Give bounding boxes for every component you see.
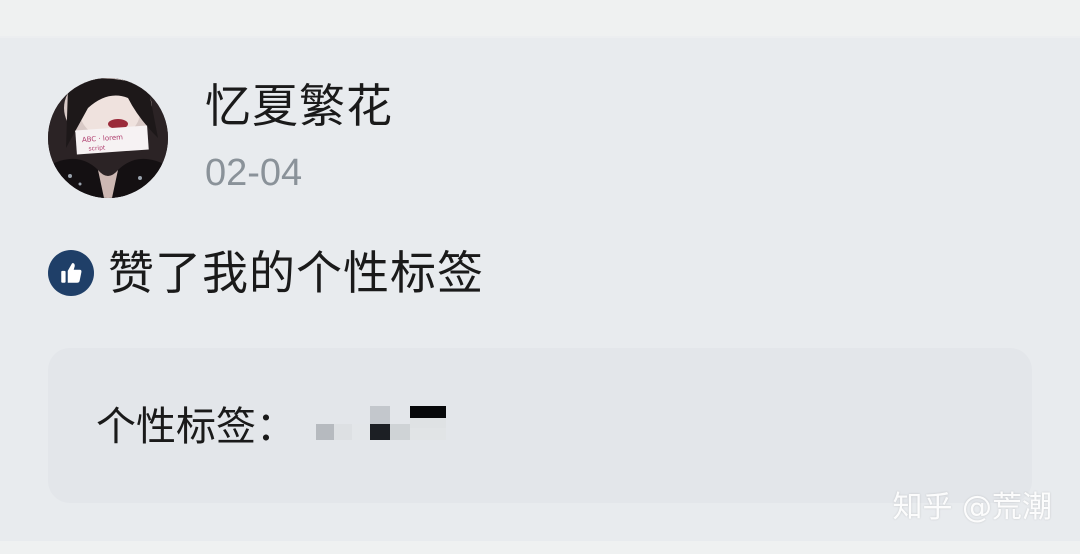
avatar[interactable]: ABC · lorem script	[48, 78, 168, 198]
username[interactable]: 忆夏繁花	[205, 78, 393, 134]
watermark: 知乎 @荒潮	[892, 490, 1052, 525]
top-divider	[0, 0, 1080, 36]
thumbs-up-icon	[48, 250, 94, 296]
tag-label: 个性标签：	[96, 404, 296, 450]
activity-line: 赞了我的个性标签	[48, 246, 484, 300]
post-date: 02-04	[205, 152, 303, 194]
bottom-divider	[0, 541, 1080, 554]
activity-text: 赞了我的个性标签	[108, 246, 484, 300]
tag-card[interactable]: 个性标签：	[48, 348, 1032, 503]
pixelated-tag-value	[316, 406, 448, 444]
svg-text:script: script	[88, 144, 106, 152]
